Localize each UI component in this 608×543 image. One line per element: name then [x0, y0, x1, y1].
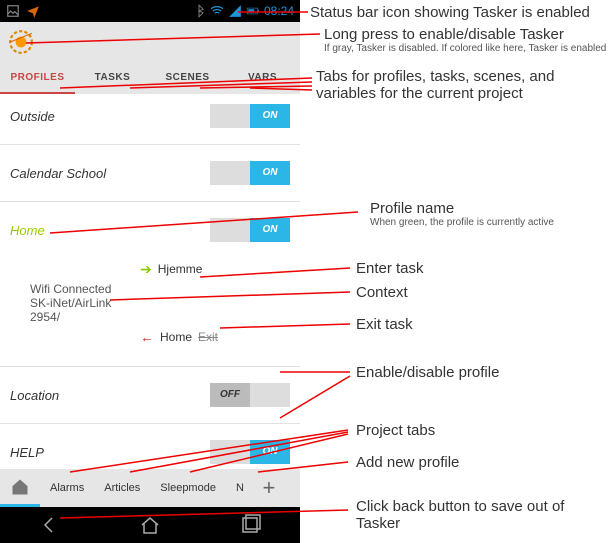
- project-label: Sleepmode: [160, 482, 216, 494]
- project-tab[interactable]: N: [226, 469, 254, 507]
- context-line: Wifi Connected: [30, 282, 140, 296]
- nav-bar: [0, 507, 300, 543]
- project-tab-home[interactable]: [0, 469, 40, 507]
- context-text[interactable]: Wifi Connected SK-iNet/AirLink 2954/: [30, 282, 140, 324]
- profile-name: Outside: [10, 109, 210, 124]
- annotation: Long press to enable/disable TaskerIf gr…: [324, 26, 606, 55]
- toggle-label: ON: [250, 161, 290, 185]
- profile-toggle[interactable]: ON: [210, 440, 290, 464]
- recent-button[interactable]: [238, 513, 262, 537]
- toggle-label: ON: [250, 104, 290, 128]
- tab-label: VARS: [248, 72, 277, 83]
- profile-toggle[interactable]: ON: [210, 161, 290, 185]
- toggle-label: OFF: [210, 383, 250, 407]
- project-label: N: [236, 482, 244, 494]
- arrow-left-icon: ←: [140, 329, 154, 345]
- project-tabs: Alarms Articles Sleepmode N +: [0, 469, 300, 507]
- project-label: Articles: [104, 482, 140, 494]
- clock: 08:24: [264, 4, 294, 18]
- annotation: Click back button to save out of Tasker: [356, 498, 608, 533]
- profile-row[interactable]: Location OFF: [0, 373, 300, 417]
- project-label: Alarms: [50, 482, 84, 494]
- home-button[interactable]: [138, 513, 162, 537]
- home-icon: [10, 477, 30, 497]
- battery-icon: [246, 4, 260, 18]
- project-tab[interactable]: Sleepmode: [150, 469, 226, 507]
- context-block[interactable]: [30, 256, 140, 282]
- profile-name: Home: [10, 223, 210, 238]
- action-bar: [0, 22, 300, 62]
- enter-task[interactable]: ➔ Hjemme: [140, 256, 202, 282]
- picture-icon: [6, 4, 20, 18]
- profile-name: HELP: [10, 445, 210, 460]
- profile-toggle[interactable]: ON: [210, 218, 290, 242]
- annotation: Enable/disable profile: [356, 364, 499, 381]
- toggle-label: ON: [250, 440, 290, 464]
- annotations-panel: Status bar icon showing Tasker is enable…: [310, 0, 608, 543]
- tasker-icon: [26, 4, 40, 18]
- divider: [0, 201, 300, 202]
- tab-label: TASKS: [95, 72, 131, 83]
- annotation: Tabs for profiles, tasks, scenes, and va…: [316, 68, 608, 103]
- bluetooth-icon: [192, 4, 206, 18]
- profile-row[interactable]: HELP ON: [0, 430, 300, 469]
- tab-profiles[interactable]: PROFILES: [0, 62, 75, 94]
- exit-task[interactable]: ← Home Exit: [140, 324, 218, 350]
- task-label-strike: Exit: [198, 330, 218, 344]
- annotation: Status bar icon showing Tasker is enable…: [310, 4, 590, 21]
- divider: [0, 144, 300, 145]
- context-line: 2954/: [30, 310, 140, 324]
- main-tabs: PROFILES TASKS SCENES VARS: [0, 62, 300, 94]
- task-label: Hjemme: [158, 262, 203, 276]
- signal-icon: [228, 4, 242, 18]
- profile-name: Location: [10, 388, 210, 403]
- project-tab[interactable]: Articles: [94, 469, 150, 507]
- context-line: SK-iNet/AirLink: [30, 296, 140, 310]
- annotation: Add new profile: [356, 454, 459, 471]
- profile-toggle[interactable]: ON: [210, 104, 290, 128]
- wifi-icon: [210, 4, 224, 18]
- tab-label: PROFILES: [10, 72, 64, 83]
- arrow-right-icon: ➔: [140, 261, 152, 278]
- profile-row[interactable]: Calendar School ON: [0, 151, 300, 195]
- annotation: Enter task: [356, 260, 424, 277]
- divider: [0, 423, 300, 424]
- tab-scenes[interactable]: SCENES: [150, 62, 225, 94]
- annotation: Profile nameWhen green, the profile is c…: [370, 200, 554, 229]
- profile-expanded: ➔ Hjemme Wifi Connected SK-iNet/AirLink …: [0, 252, 300, 360]
- phone-frame: 08:24 PROFILES TASKS SCENES VARS Outside…: [0, 0, 300, 543]
- tab-label: SCENES: [165, 72, 209, 83]
- profile-list: Outside ON Calendar School ON Home ON ➔ …: [0, 94, 300, 469]
- profile-row[interactable]: Outside ON: [0, 94, 300, 138]
- back-button[interactable]: [38, 513, 62, 537]
- annotation: Exit task: [356, 316, 413, 333]
- status-bar: 08:24: [0, 0, 300, 22]
- tab-tasks[interactable]: TASKS: [75, 62, 150, 94]
- tab-vars[interactable]: VARS: [225, 62, 300, 94]
- project-tab[interactable]: Alarms: [40, 469, 94, 507]
- profile-row-active[interactable]: Home ON: [0, 208, 300, 252]
- task-label: Home: [160, 330, 192, 344]
- annotation: Project tabs: [356, 422, 435, 439]
- profile-name: Calendar School: [10, 166, 210, 181]
- tasker-gear-icon[interactable]: [8, 29, 34, 55]
- add-project-button[interactable]: +: [254, 475, 284, 501]
- annotation: Context: [356, 284, 408, 301]
- divider: [0, 366, 300, 367]
- profile-toggle[interactable]: OFF: [210, 383, 290, 407]
- toggle-label: ON: [250, 218, 290, 242]
